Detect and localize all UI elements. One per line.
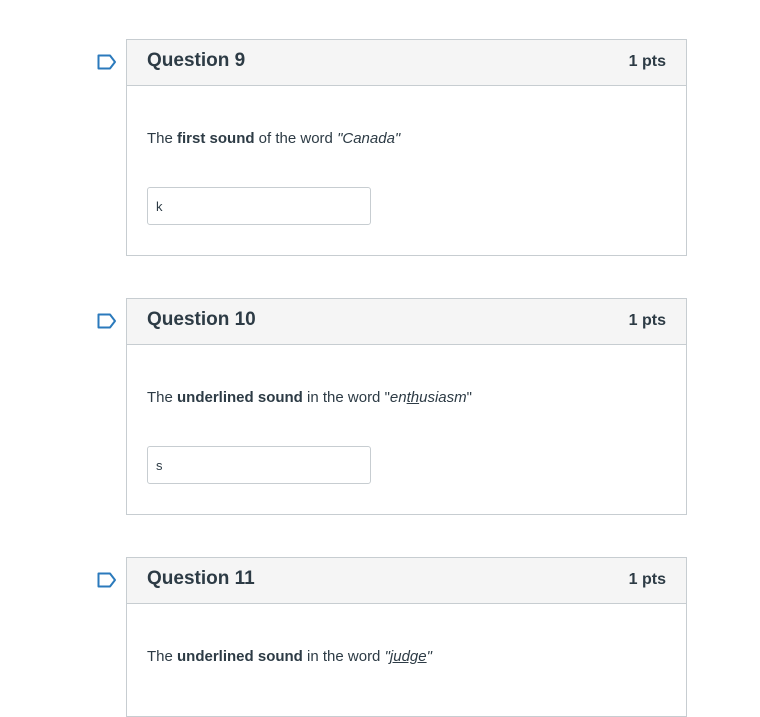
question-header: Question 9 1 pts (127, 40, 686, 86)
question-header: Question 11 1 pts (127, 558, 686, 604)
question-points: 1 pts (628, 571, 666, 588)
question-9: Question 9 1 pts The first sound of the … (97, 39, 687, 256)
prompt-word: "judge" (384, 648, 432, 665)
underlined-sound: th (406, 389, 420, 406)
prompt-emphasis: underlined sound (177, 648, 303, 665)
prompt-text: in the word " (302, 389, 390, 406)
question-prompt: The underlined sound in the word "enthus… (147, 389, 472, 406)
answer-input[interactable] (147, 187, 371, 225)
prompt-word: enthusiasm (389, 389, 467, 406)
answer-input[interactable] (147, 446, 371, 484)
prompt-text: The (147, 389, 178, 406)
prompt-text: in the word (302, 648, 385, 665)
question-11: Question 11 1 pts The underlined sound i… (97, 557, 687, 717)
question-prompt: The underlined sound in the word "judge" (147, 648, 432, 665)
question-prompt: The first sound of the word "Canada" (147, 130, 400, 147)
prompt-text: The (147, 648, 178, 665)
question-header: Question 10 1 pts (127, 299, 686, 345)
prompt-emphasis: underlined sound (177, 389, 303, 406)
question-10: Question 10 1 pts The underlined sound i… (97, 298, 687, 515)
flag-question-icon[interactable] (97, 313, 117, 329)
question-title: Question 11 (147, 568, 255, 589)
prompt-emphasis: first sound (177, 130, 255, 147)
flag-question-icon[interactable] (97, 572, 117, 588)
question-points: 1 pts (628, 312, 666, 329)
prompt-text: of the word (254, 130, 338, 147)
underlined-sound: judge (389, 648, 427, 665)
prompt-text: The (147, 130, 178, 147)
prompt-word: "Canada" (337, 130, 401, 147)
question-title: Question 10 (147, 309, 256, 330)
question-points: 1 pts (628, 53, 666, 70)
flag-question-icon[interactable] (97, 54, 117, 70)
closing-quote: " (466, 389, 472, 406)
question-title: Question 9 (147, 50, 246, 71)
